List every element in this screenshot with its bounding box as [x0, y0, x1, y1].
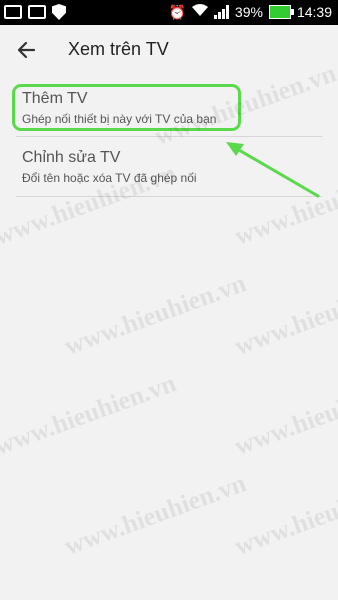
annotation-arrow-icon — [226, 142, 320, 198]
